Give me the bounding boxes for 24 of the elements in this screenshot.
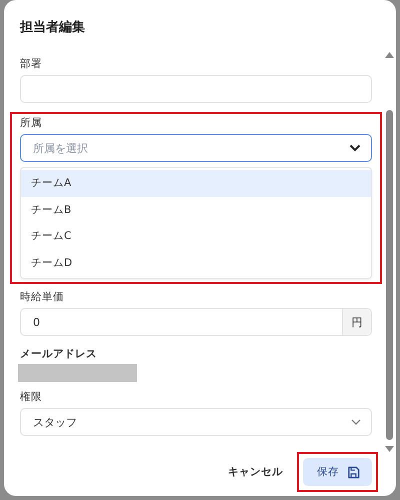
scrollbar[interactable] [384,52,394,452]
department-input[interactable] [20,75,372,103]
dropdown-option[interactable]: チームB [21,196,371,223]
select-value: スタッフ [33,414,77,430]
dropdown-option[interactable]: チームC [21,223,371,250]
field-label: 権限 [20,390,43,404]
scroll-up-icon[interactable] [384,52,394,58]
role-select[interactable]: スタッフ [20,408,372,436]
dialog-title: 担当者編集 [20,19,86,37]
chevron-down-icon [349,144,361,152]
save-button[interactable]: 保存 [303,458,372,486]
scroll-down-icon[interactable] [384,446,394,452]
field-label: 部署 [20,57,43,71]
dropdown-option[interactable]: チームA [21,170,371,196]
field-label: 時給単価 [20,290,65,304]
chevron-down-icon [351,419,361,425]
dropdown-option[interactable]: チームD [21,250,371,276]
input-value: 0 [32,316,41,328]
hourly-rate-input[interactable]: 0 円 [20,308,372,336]
field-label: 所属 [20,116,43,130]
cancel-button[interactable]: キャンセル [228,465,283,479]
unit-addon: 円 [342,309,371,335]
select-placeholder: 所属を選択 [33,140,88,156]
field-label: メールアドレス [20,347,98,361]
